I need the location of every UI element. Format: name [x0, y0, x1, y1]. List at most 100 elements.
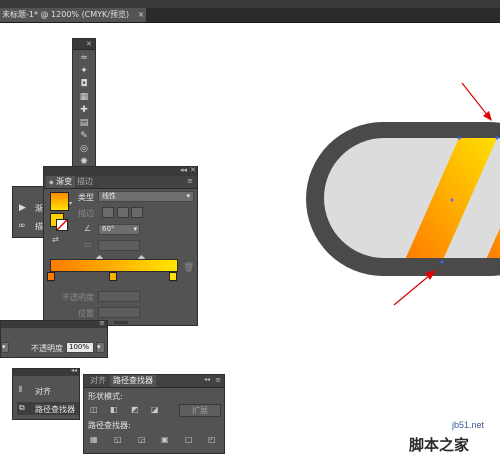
- gradient-tool-icon[interactable]: ▤: [78, 118, 90, 128]
- minus-front-icon[interactable]: ◧: [110, 405, 118, 414]
- anchor-point-top[interactable]: [457, 136, 461, 140]
- blend-tool-icon[interactable]: ◎: [78, 144, 90, 154]
- tab-expand-icon: ◆: [49, 179, 54, 186]
- outline-icon[interactable]: □: [185, 435, 193, 444]
- expand-button[interactable]: 扩展: [179, 404, 221, 417]
- pathfinder-icon[interactable]: ⧉: [19, 403, 25, 413]
- link-icon[interactable]: ∞: [18, 221, 26, 231]
- transparency-bar-header[interactable]: ≡: [1, 319, 107, 328]
- gradient-panel-tabs: ◆ 渐变 描边 ≡: [44, 176, 197, 189]
- align-item[interactable]: 对齐: [35, 386, 51, 397]
- pathfinder-tabs: 对齐 路径查找器 ◂◂ ≡: [84, 375, 224, 388]
- type-select-value: 线性: [102, 192, 116, 200]
- gradient-panel: ◂◂ ✕ ◆ 渐变 描边 ≡ ▾ ⇄ 类型 线性 ▾ 描边 ∠ 60° ▾ ▭ …: [43, 166, 198, 326]
- opacity-input[interactable]: [98, 291, 140, 302]
- resize-grip[interactable]: [114, 321, 128, 324]
- collapse-icon[interactable]: ◂◂: [71, 367, 77, 374]
- gradient-slider-ramp[interactable]: [50, 259, 178, 272]
- angle-input[interactable]: 60° ▾: [98, 224, 140, 235]
- align-collapsed-panel: ◂◂ ⫴ 对齐 ⧉ 路径查找器: [12, 367, 80, 420]
- minus-back-icon[interactable]: ◰: [208, 435, 216, 444]
- position-label: 位置: [78, 309, 94, 318]
- chevron-down-icon: ▾: [186, 192, 190, 200]
- panel-menu-icon[interactable]: ≡: [215, 376, 221, 384]
- aspect-ratio-input[interactable]: [98, 240, 140, 251]
- gradient-stop-right[interactable]: [169, 272, 177, 281]
- opacity-bar-label: 不透明度: [31, 344, 63, 353]
- unite-icon[interactable]: ◫: [90, 405, 98, 414]
- delete-stop-icon[interactable]: 🗑: [183, 263, 194, 273]
- stroke-across-icon[interactable]: [131, 207, 144, 218]
- type-label: 类型: [78, 193, 94, 202]
- panel-menu-icon[interactable]: ≡: [99, 319, 105, 327]
- reverse-gradient-icon[interactable]: ⇄: [52, 235, 59, 244]
- stroke-along-icon[interactable]: [116, 207, 129, 218]
- opacity-bar-input[interactable]: 100%: [66, 342, 94, 353]
- tab-gradient-label: 渐变: [56, 177, 73, 186]
- watermark-site: jb51.net: [452, 420, 485, 430]
- collapse-icon[interactable]: ◂◂: [180, 166, 187, 174]
- align-collapsed-header[interactable]: ◂◂: [13, 367, 79, 376]
- merge-icon[interactable]: ◲: [138, 435, 146, 444]
- pathfinders-label: 路径查找器:: [88, 421, 131, 430]
- tools-panel-header[interactable]: ✕: [73, 39, 95, 50]
- red-arrow-bottom: [393, 274, 431, 306]
- opacity-bar-value: 100%: [69, 343, 90, 351]
- gradient-stop-middle[interactable]: [109, 272, 117, 281]
- opacity-label: 不透明度: [62, 293, 94, 302]
- anchor-point-top-right[interactable]: [495, 136, 499, 140]
- stroke-buttons: [102, 207, 144, 220]
- close-icon[interactable]: ✕: [86, 40, 92, 48]
- blend-mode-dropdown[interactable]: ▾: [1, 342, 9, 353]
- opacity-dropdown[interactable]: ▾: [96, 342, 105, 353]
- tab-pathfinder[interactable]: 路径查找器: [110, 375, 156, 387]
- shape-modes-label: 形状模式:: [88, 392, 123, 401]
- collapsed-side-panel: ▶ 渐 ∞ 描: [12, 186, 45, 238]
- close-icon[interactable]: ✕: [190, 166, 196, 174]
- angle-icon: ∠: [84, 224, 92, 233]
- mesh-tool-icon[interactable]: ✚: [78, 105, 90, 115]
- side-item-stroke[interactable]: 描: [35, 221, 43, 232]
- pathfinder-item[interactable]: 路径查找器: [35, 404, 75, 415]
- stroke-within-icon[interactable]: [102, 207, 114, 218]
- swatch-dropdown-icon[interactable]: ▾: [69, 200, 72, 207]
- panel-menu-icon[interactable]: ≡: [187, 177, 193, 185]
- tab-align[interactable]: 对齐: [87, 375, 109, 387]
- stroke-color-box[interactable]: [56, 219, 68, 231]
- perspective-grid-tool-icon[interactable]: ▦: [78, 92, 90, 102]
- tab-stroke[interactable]: 描边: [74, 176, 96, 188]
- red-arrow-top-head-icon: [483, 111, 492, 121]
- watermark-brand: 脚本之家: [409, 436, 470, 454]
- play-icon[interactable]: ▶: [19, 203, 26, 213]
- tab-gradient[interactable]: ◆ 渐变: [46, 176, 76, 188]
- crop-icon[interactable]: ▣: [161, 435, 169, 444]
- position-input[interactable]: [98, 307, 140, 318]
- pathfinder-panel: 对齐 路径查找器 ◂◂ ≡ 形状模式: ◫ ◧ ◩ ◪ 扩展 路径查找器: ▦ …: [83, 374, 225, 454]
- chevron-down-icon: ▾: [133, 225, 137, 233]
- exclude-icon[interactable]: ◪: [151, 405, 159, 414]
- intersect-icon[interactable]: ◩: [131, 405, 139, 414]
- transparency-bar: ≡ ▾ 不透明度 100% ▾: [0, 319, 108, 358]
- collapse-icon[interactable]: ◂◂: [204, 376, 210, 383]
- red-arrow-top: [461, 82, 489, 117]
- none-slash-icon: [56, 219, 68, 231]
- free-transform-tool-icon[interactable]: ✦: [78, 66, 90, 76]
- type-select[interactable]: 线性 ▾: [98, 191, 194, 202]
- chevron-down-icon: ▾: [97, 343, 101, 351]
- anchor-point-bottom[interactable]: [440, 260, 444, 264]
- eyedropper-tool-icon[interactable]: ✎: [78, 131, 90, 141]
- angle-value: 60°: [102, 225, 115, 233]
- gradient-swatch[interactable]: [50, 192, 69, 211]
- chevron-down-icon: ▾: [2, 343, 6, 351]
- trim-icon[interactable]: ◱: [114, 435, 122, 444]
- warp-tool-icon[interactable]: ≈: [78, 53, 90, 63]
- stroke-label: 描边: [78, 209, 94, 218]
- side-item-gradient[interactable]: 渐: [35, 203, 43, 214]
- divide-icon[interactable]: ▦: [90, 435, 98, 444]
- gradient-stop-left[interactable]: [47, 272, 55, 281]
- shape-builder-tool-icon[interactable]: ◘: [78, 79, 90, 89]
- gradient-panel-header[interactable]: ◂◂ ✕: [44, 166, 197, 176]
- center-point-icon: [450, 198, 454, 202]
- align-icon[interactable]: ⫴: [19, 385, 22, 395]
- aspect-ratio-icon: ▭: [84, 240, 92, 249]
